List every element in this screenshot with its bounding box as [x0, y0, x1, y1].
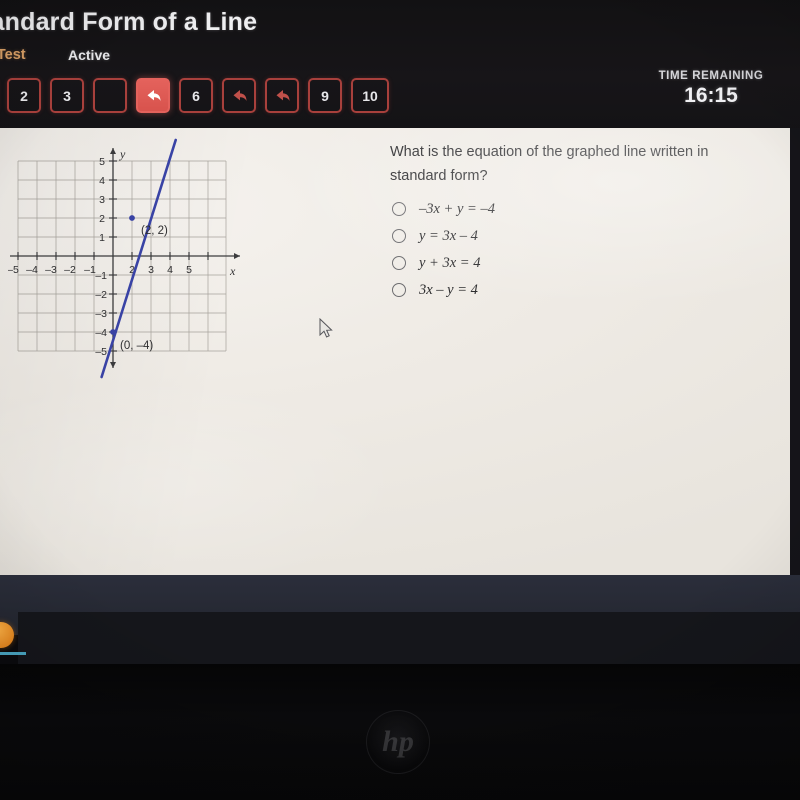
answer-option-a-label: –3x + y = –4: [419, 200, 495, 217]
answer-option-a[interactable]: –3x + y = –4: [392, 196, 495, 222]
question-nav: 2 3 6 9 10: [0, 78, 389, 113]
answer-option-c-label: y + 3x = 4: [419, 254, 481, 271]
svg-text:–4: –4: [26, 264, 38, 276]
answer-options: –3x + y = –4 y = 3x – 4 y + 3x = 4 3x – …: [392, 196, 495, 304]
radio-button-c[interactable]: [392, 256, 406, 270]
svg-text:–5: –5: [8, 264, 19, 276]
y-axis-arrow: [110, 148, 116, 154]
svg-text:–2: –2: [95, 289, 107, 301]
y-axis-label: y: [119, 147, 126, 161]
svg-text:1: 1: [99, 232, 105, 244]
answer-option-d[interactable]: 3x – y = 4: [392, 277, 495, 303]
test-header: tandard Form of a Line e-Test Active TIM…: [0, 0, 800, 128]
question-panel: –5 –4 –3 –2 –1 2 3 4 5 5 4 3 2 1 –1 –2 –…: [0, 128, 790, 691]
time-remaining: TIME REMAINING 16:15: [636, 70, 786, 108]
tab-active[interactable]: Active: [68, 47, 110, 63]
svg-text:5: 5: [186, 264, 192, 276]
answer-option-c[interactable]: y + 3x = 4: [392, 250, 495, 276]
svg-text:4: 4: [167, 264, 173, 276]
answer-option-b[interactable]: y = 3x – 4: [392, 223, 495, 249]
question-nav-label: 6: [192, 87, 200, 104]
page-title: tandard Form of a Line: [0, 8, 258, 36]
question-nav-label: 9: [321, 87, 329, 104]
question-prompt: What is the equation of the graphed line…: [390, 144, 709, 184]
point-label-2-2: (2, 2): [141, 225, 168, 237]
x-axis-label: x: [229, 264, 236, 278]
time-remaining-label: TIME REMAINING: [658, 70, 764, 82]
time-remaining-value: 16:15: [684, 84, 738, 107]
svg-text:2: 2: [99, 213, 105, 225]
graph-axes: [10, 148, 240, 368]
svg-text:–3: –3: [95, 308, 107, 320]
svg-text:–1: –1: [95, 270, 107, 282]
svg-text:3: 3: [99, 194, 105, 206]
answer-option-b-label: y = 3x – 4: [419, 227, 478, 244]
question-nav-item-6[interactable]: 6: [179, 78, 213, 113]
panel-right-gutter: [790, 128, 800, 575]
svg-text:3: 3: [148, 264, 154, 276]
question-nav-item-3[interactable]: 3: [50, 78, 84, 113]
taskbar-active-indicator: [0, 652, 26, 655]
svg-text:–3: –3: [45, 264, 57, 276]
svg-text:–1: –1: [84, 264, 96, 276]
laptop-screen-photo: tandard Form of a Line e-Test Active TIM…: [0, 0, 800, 800]
flag-icon: [233, 89, 246, 101]
flag-icon: [147, 89, 160, 101]
svg-text:–5: –5: [95, 346, 107, 358]
question-nav-label: 10: [362, 87, 378, 104]
y-axis-arrow-down: [110, 362, 116, 368]
svg-text:5: 5: [99, 156, 105, 168]
svg-text:–4: –4: [95, 327, 107, 339]
question-nav-item-9[interactable]: 9: [308, 78, 342, 113]
question-nav-item-2[interactable]: 2: [7, 78, 41, 113]
answer-option-d-label: 3x – y = 4: [419, 281, 478, 298]
tab-pre-test[interactable]: e-Test: [0, 47, 26, 63]
point-0-neg4: [110, 329, 116, 335]
radio-button-b[interactable]: [392, 229, 406, 243]
hp-logo: hp: [366, 710, 430, 774]
coordinate-graph: –5 –4 –3 –2 –1 2 3 4 5 5 4 3 2 1 –1 –2 –…: [8, 138, 240, 379]
flag-icon: [276, 89, 289, 101]
question-nav-item-8[interactable]: [265, 78, 299, 113]
radio-button-a[interactable]: [392, 202, 406, 216]
graph-tick-labels: –5 –4 –3 –2 –1 2 3 4 5 5 4 3 2 1 –1 –2 –…: [8, 156, 192, 358]
svg-text:–2: –2: [64, 264, 76, 276]
question-nav-item-10[interactable]: 10: [351, 78, 389, 113]
mouse-cursor: [319, 318, 333, 338]
radio-button-d[interactable]: [392, 283, 406, 297]
point-label-0-neg4: (0, –4): [120, 340, 153, 352]
question-nav-item-5-current[interactable]: [136, 78, 170, 113]
x-axis-arrow: [234, 253, 240, 259]
question-nav-item-4[interactable]: [93, 78, 127, 113]
point-2-2: [129, 215, 135, 221]
question-nav-label: 2: [20, 87, 28, 104]
svg-text:4: 4: [99, 175, 105, 187]
taskbar-inner-strip: [18, 612, 800, 664]
question-nav-item-7[interactable]: [222, 78, 256, 113]
question-nav-label: 3: [63, 87, 71, 104]
